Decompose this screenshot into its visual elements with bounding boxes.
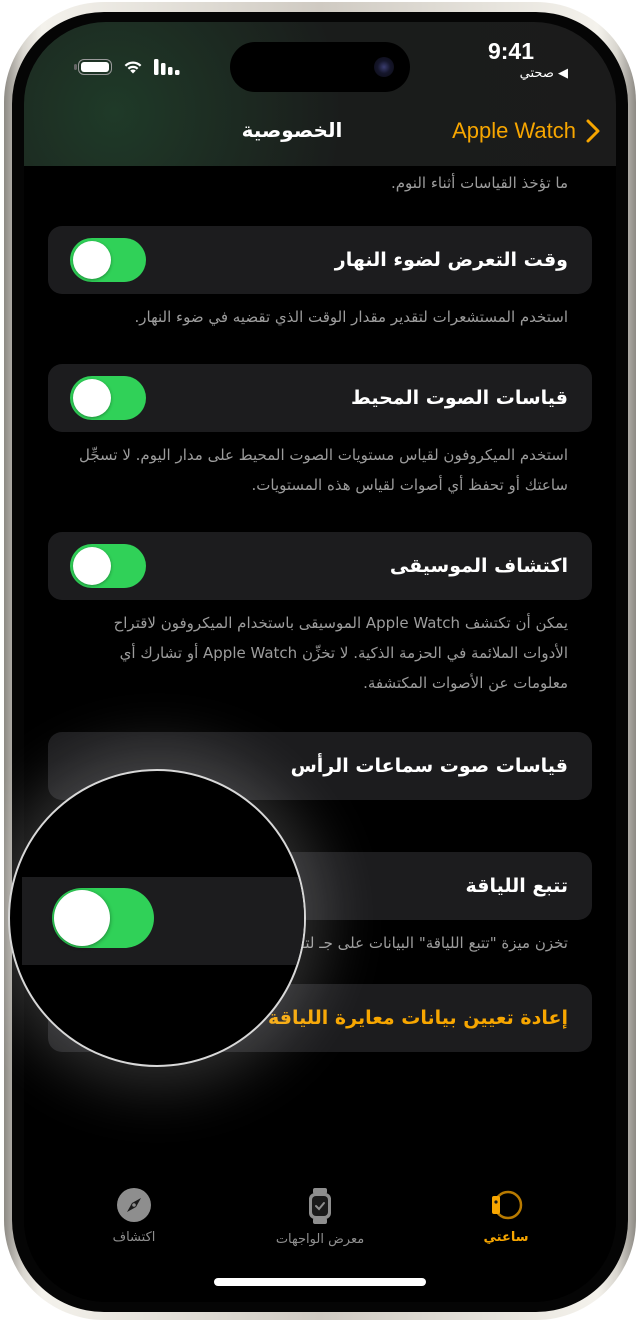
magnifier-callout [8,769,306,1067]
reset-fitness-calibration-label: إعادة تعيين بيانات معايرة اللياقة [268,1007,568,1029]
tab-label: ساعتي [483,1230,529,1245]
section-footer: يمكن أن تكتشف Apple Watch الموسيقى باستخ… [113,614,568,692]
compass-icon [117,1188,151,1222]
setting-label: تتبع اللياقة [465,875,569,897]
section-footer: استخدم المستشعرات لتقدير مقدار الوقت الذ… [134,308,568,326]
setting-row-music-recognition: اكتشاف الموسيقى [48,532,592,600]
tab-face-gallery[interactable]: معرض الواجهات [250,1188,390,1247]
section-footer: ما تؤخذ القياسات أثناء النوم. [391,174,568,192]
battery-icon [74,58,112,75]
dynamic-island [230,42,410,92]
navigation-header: 9:41 ◀ صحتي الخصوصية Apple Watch [24,22,616,166]
status-time: 9:41 [487,38,534,64]
setting-row-environmental-sound: قياسات الصوت المحيط [48,364,592,432]
back-button-label: Apple Watch [452,118,576,143]
wifi-icon [124,61,142,74]
tab-label: اكتشاف [112,1230,156,1245]
tab-label: معرض الواجهات [275,1232,365,1247]
back-to-app-link[interactable]: ◀ صحتي [520,66,568,81]
setting-label: قياسات الصوت المحيط [350,387,568,409]
tab-my-watch[interactable]: ساعتي [436,1188,576,1245]
cellular-signal-icon [154,58,180,75]
back-button[interactable]: Apple Watch [452,118,600,144]
tab-discover[interactable]: اكتشاف [64,1188,204,1245]
chevron-right-icon [586,119,600,143]
my-watch-icon [492,1190,523,1220]
front-camera [374,57,394,77]
section-footer: استخدم الميكروفون لقياس مستويات الصوت ال… [78,446,568,494]
page-title-text: الخصوصية [241,118,343,142]
status-icons [74,58,180,75]
watch-face-icon [309,1188,331,1224]
music-recognition-toggle[interactable] [70,544,146,588]
fitness-tracking-toggle[interactable] [52,888,154,948]
screen: 9:41 ◀ صحتي الخصوصية Apple Watch ما تؤخذ… [24,22,616,1302]
setting-row-daylight: وقت التعرض لضوء النهار [48,226,592,294]
tab-bar: ساعتي معرض الواجهات اكتشاف [24,1170,616,1302]
home-indicator[interactable] [214,1278,426,1286]
setting-label: وقت التعرض لضوء النهار [334,249,568,271]
setting-label: اكتشاف الموسيقى [389,555,568,577]
environmental-sound-toggle[interactable] [70,376,146,420]
daylight-toggle[interactable] [70,238,146,282]
setting-label: قياسات صوت سماعات الرأس [290,755,568,777]
